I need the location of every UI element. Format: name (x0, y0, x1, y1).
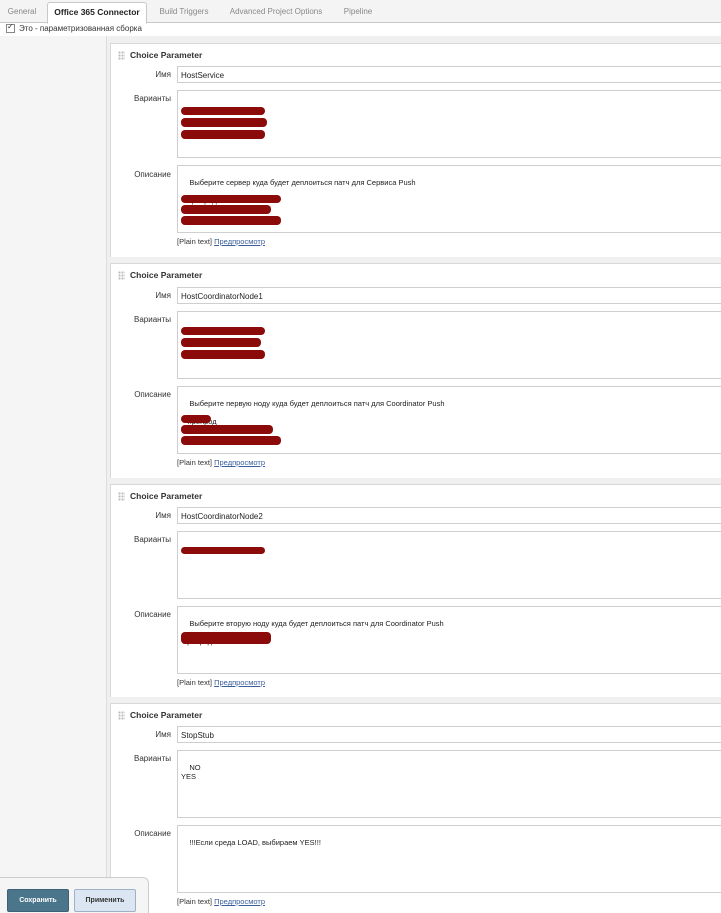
block-header: Choice Parameter (111, 44, 721, 64)
name-input[interactable]: HostCoordinatorNode1 (177, 287, 721, 304)
redaction-mark (181, 327, 265, 335)
drag-handle-icon[interactable] (118, 51, 125, 60)
block-title: Choice Parameter (130, 270, 203, 280)
redaction-mark (181, 632, 271, 644)
description-label: Описание (134, 610, 171, 619)
description-label: Описание (134, 390, 171, 399)
tab-office365-connector[interactable]: Office 365 Connector (47, 2, 147, 24)
tab-pipeline[interactable]: Pipeline (336, 3, 380, 22)
name-label: Имя (155, 730, 171, 739)
redaction-mark (181, 338, 261, 347)
choice-parameter-block: Choice Parameter Имя HostCoordinatorNode… (110, 263, 721, 478)
tab-build-triggers[interactable]: Build Triggers (150, 3, 218, 22)
preview-link[interactable]: Предпросмотр (214, 458, 265, 467)
redaction-mark (181, 130, 265, 139)
name-input[interactable]: StopStub (177, 726, 721, 743)
tab-general[interactable]: General (2, 3, 42, 22)
resize-handle[interactable] (442, 378, 458, 379)
redaction-mark (181, 425, 273, 434)
block-header: Choice Parameter (111, 704, 721, 724)
plain-text-label: [Plain text] (177, 458, 213, 467)
redaction-mark (181, 350, 265, 359)
plain-text-label: [Plain text] (177, 678, 213, 687)
description-footer: [Plain text] Предпросмотр (177, 678, 265, 687)
preview-link[interactable]: Предпросмотр (214, 678, 265, 687)
plain-text-label: [Plain text] (177, 237, 213, 246)
name-label: Имя (155, 511, 171, 520)
drag-handle-icon[interactable] (118, 271, 125, 280)
apply-button[interactable]: Применить (74, 889, 136, 912)
choice-parameter-block: Choice Parameter Имя HostService Вариант… (110, 43, 721, 257)
parameterized-build-option: Это - параметризованная сборка (6, 22, 142, 33)
resize-handle[interactable] (442, 453, 458, 454)
save-button[interactable]: Сохранить (7, 889, 69, 912)
redaction-mark (181, 216, 281, 225)
choices-label: Варианты (134, 535, 171, 544)
parameterized-checkbox[interactable] (6, 22, 15, 33)
preview-link[interactable]: Предпросмотр (214, 237, 265, 246)
resize-handle[interactable] (442, 598, 458, 599)
tab-advanced-project-options[interactable]: Advanced Project Options (222, 3, 330, 22)
description-text: !!!Если среда LOAD, выбираем YES!!! (189, 838, 321, 847)
description-label: Описание (134, 829, 171, 838)
plain-text-label: [Plain text] (177, 897, 213, 906)
name-label: Имя (155, 291, 171, 300)
block-title: Choice Parameter (130, 50, 203, 60)
drag-handle-icon[interactable] (118, 711, 125, 720)
block-title: Choice Parameter (130, 710, 203, 720)
description-textarea[interactable]: !!!Если среда LOAD, выбираем YES!!! (177, 825, 721, 893)
left-sidebar (0, 36, 107, 912)
parameterized-label: Это - параметризованная сборка (19, 24, 142, 33)
resize-handle[interactable] (442, 892, 458, 893)
resize-handle[interactable] (442, 673, 458, 674)
description-footer: [Plain text] Предпросмотр (177, 897, 265, 906)
choice-parameter-block: Choice Parameter Имя HostCoordinatorNode… (110, 484, 721, 697)
redaction-mark (181, 107, 265, 115)
name-label: Имя (155, 70, 171, 79)
resize-handle[interactable] (442, 817, 458, 818)
tab-bar: General Office 365 Connector Build Trigg… (0, 0, 721, 24)
redaction-mark (181, 415, 211, 423)
choices-textarea[interactable]: NO YES (177, 750, 721, 818)
redaction-mark (181, 547, 265, 554)
name-input[interactable]: HostCoordinatorNode2 (177, 507, 721, 524)
choices-label: Варианты (134, 315, 171, 324)
redaction-mark (181, 118, 267, 127)
choices-label: Варианты (134, 754, 171, 763)
block-title: Choice Parameter (130, 491, 203, 501)
choices-text: NO YES (181, 763, 201, 781)
description-footer: [Plain text] Предпросмотр (177, 237, 265, 246)
description-label: Описание (134, 170, 171, 179)
redaction-mark (181, 436, 281, 445)
resize-handle[interactable] (442, 157, 458, 158)
preview-link[interactable]: Предпросмотр (214, 897, 265, 906)
choices-textarea[interactable]: - (177, 531, 721, 599)
name-input[interactable]: HostService (177, 66, 721, 83)
choice-parameter-block: Choice Parameter Имя StopStub Варианты N… (110, 703, 721, 913)
resize-handle[interactable] (442, 232, 458, 233)
choices-label: Варианты (134, 94, 171, 103)
description-footer: [Plain text] Предпросмотр (177, 458, 265, 467)
block-header: Choice Parameter (111, 485, 721, 505)
redaction-mark (181, 205, 271, 214)
block-header: Choice Parameter (111, 264, 721, 284)
redaction-mark (181, 195, 281, 203)
drag-handle-icon[interactable] (118, 492, 125, 501)
